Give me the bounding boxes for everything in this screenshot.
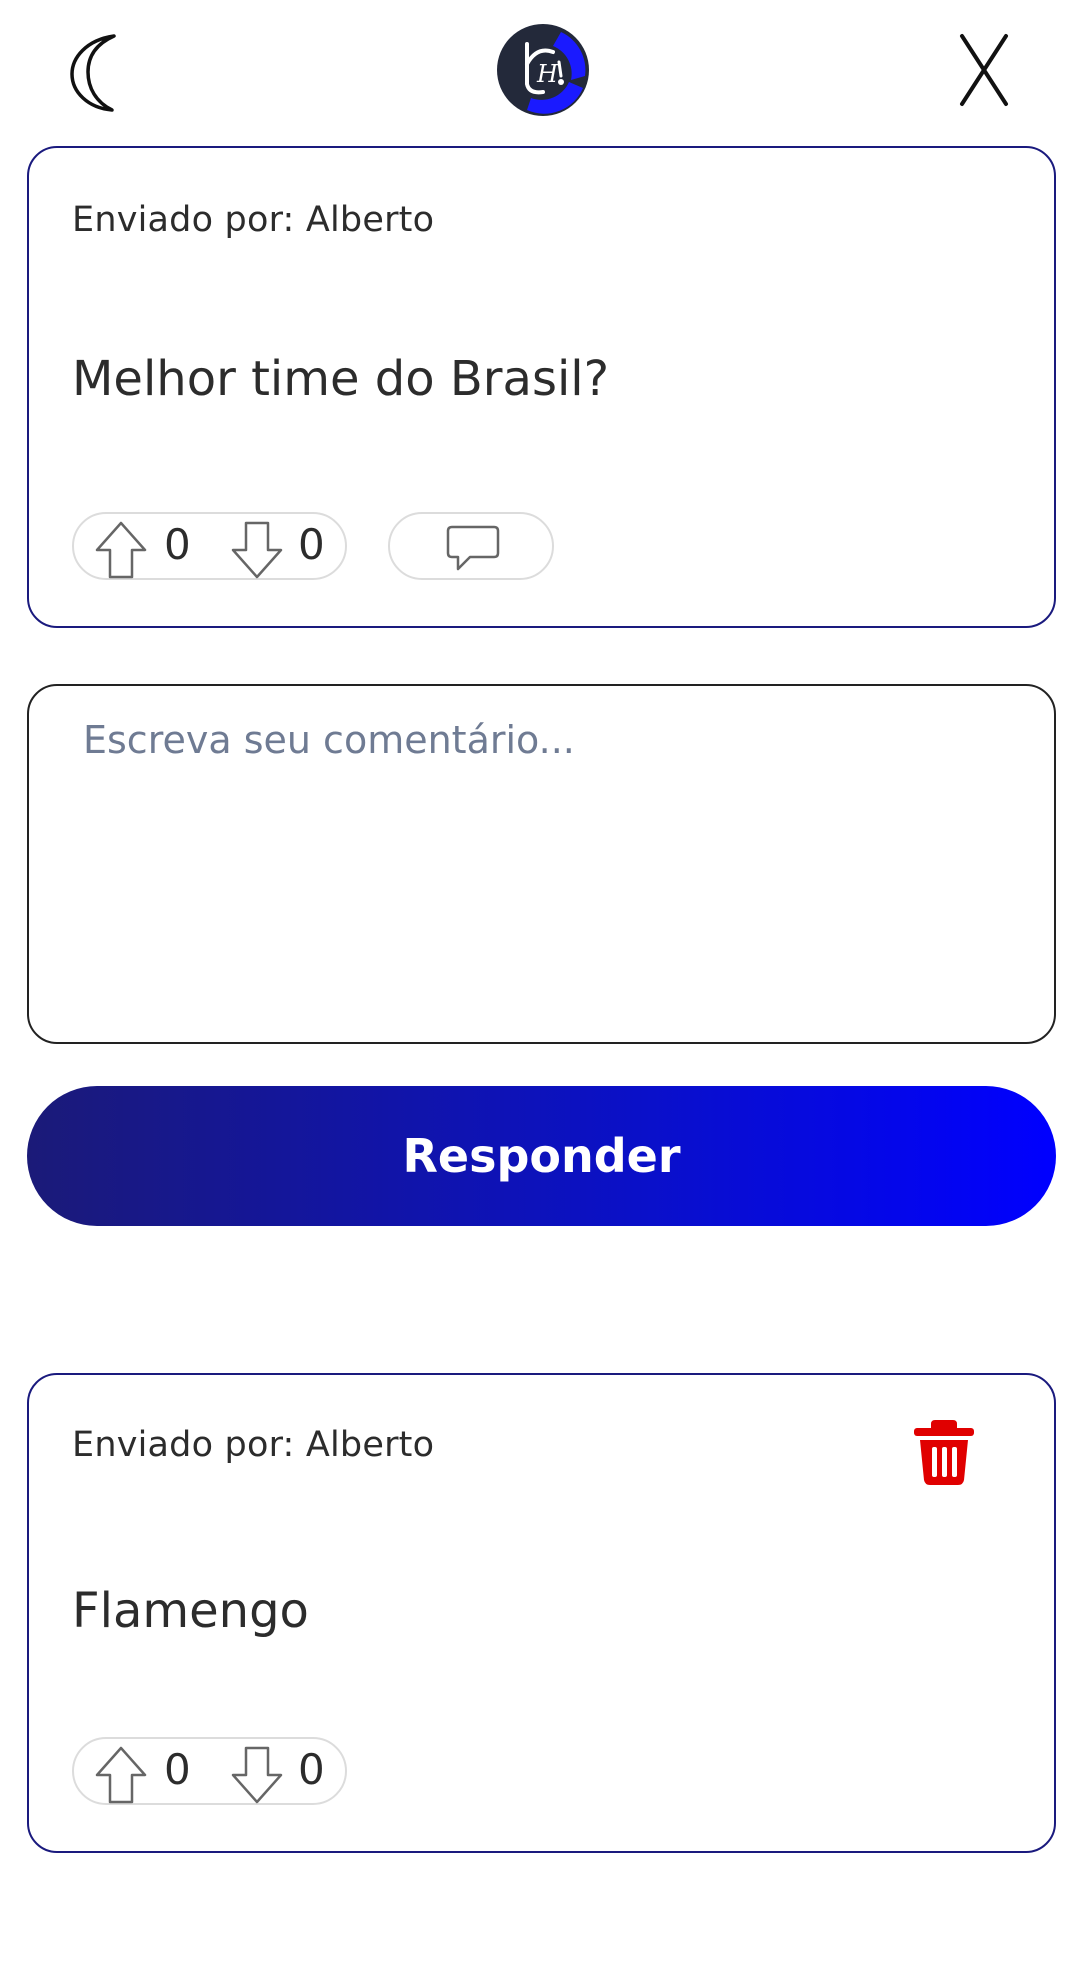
- downvote-arrow-icon[interactable]: [230, 520, 284, 580]
- post-text: Melhor time do Brasil?: [72, 351, 610, 407]
- reply-button[interactable]: Responder: [27, 1086, 1056, 1226]
- comment-icon: [446, 525, 500, 571]
- downvote-count: 0: [298, 520, 325, 569]
- vote-bar: 0 0: [72, 512, 347, 580]
- comment-input[interactable]: [27, 684, 1056, 1044]
- upvote-arrow-icon[interactable]: [94, 520, 148, 580]
- trash-icon[interactable]: [911, 1417, 977, 1487]
- reply-text: Flamengo: [72, 1583, 309, 1639]
- reply-card: Enviado por: Alberto Flamengo 0 0: [27, 1373, 1056, 1853]
- close-icon[interactable]: [954, 30, 1014, 110]
- upvote-count: 0: [164, 520, 191, 569]
- svg-text:H: H: [536, 60, 559, 88]
- reply-sender: Enviado por: Alberto: [72, 1425, 435, 1465]
- vote-bar: 0 0: [72, 1737, 347, 1805]
- downvote-count: 0: [298, 1745, 325, 1794]
- upvote-count: 0: [164, 1745, 191, 1794]
- post-detail-page: H Enviado por: Alberto Melhor time do Br…: [0, 0, 1080, 1961]
- header: H: [0, 0, 1080, 140]
- app-logo: H: [497, 24, 589, 116]
- comment-button[interactable]: [388, 512, 554, 580]
- upvote-arrow-icon[interactable]: [94, 1745, 148, 1805]
- moon-icon[interactable]: [68, 30, 132, 114]
- post-sender: Enviado por: Alberto: [72, 200, 435, 240]
- post-card: Enviado por: Alberto Melhor time do Bras…: [27, 146, 1056, 628]
- downvote-arrow-icon[interactable]: [230, 1745, 284, 1805]
